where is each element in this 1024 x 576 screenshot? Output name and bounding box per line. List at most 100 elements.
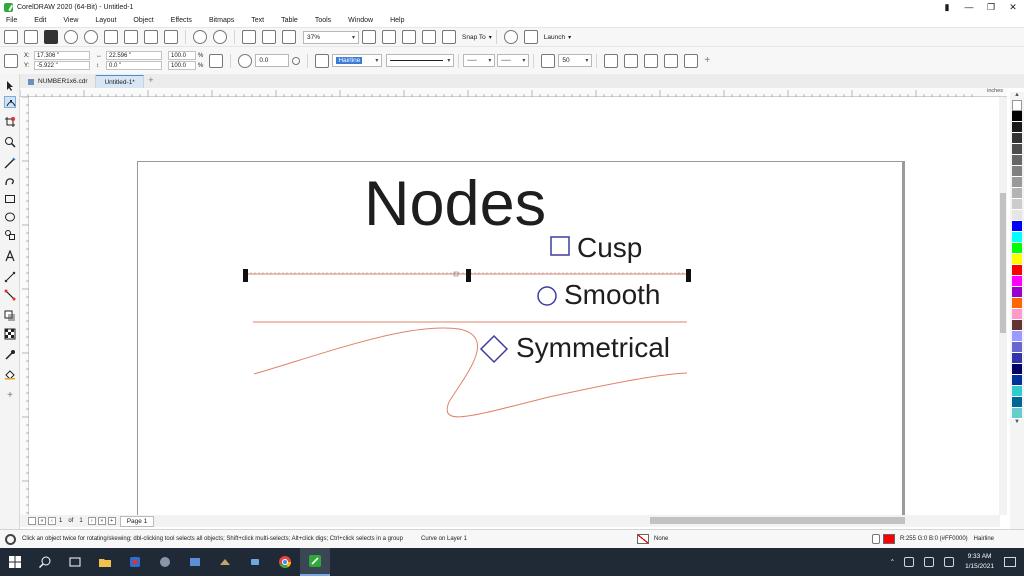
text-tool-icon[interactable] [4,249,16,262]
end-arrowhead-combo[interactable]: ── ▾ [497,54,530,67]
add-toolbar-item-icon[interactable]: + [704,55,710,66]
palette-swatch[interactable] [1012,254,1022,265]
new-document-icon[interactable] [4,30,18,44]
palette-swatch[interactable] [1012,111,1022,122]
palette-swatch[interactable] [1012,276,1022,287]
import-icon[interactable] [242,30,256,44]
x-position-field[interactable]: 17.306 " [34,51,90,60]
copy-icon[interactable] [144,30,158,44]
label-cusp[interactable]: Cusp [577,232,642,264]
align-nodes-icon[interactable] [684,53,699,68]
vertical-scrollbar[interactable] [999,97,1007,515]
page-1-tab[interactable]: Page 1 [119,515,155,527]
close-button[interactable]: ✕ [1002,2,1024,13]
coreldraw-taskbar-icon[interactable] [300,548,330,576]
tab-number1x6[interactable]: NUMBER1x6.cdr [20,75,97,88]
publish-pdf-icon[interactable] [282,30,296,44]
palette-swatch[interactable] [1012,342,1022,353]
y-position-field[interactable]: -5.922 " [34,61,90,70]
palette-scroll-down-icon[interactable]: ▼ [1012,419,1022,427]
palette-swatch[interactable] [1012,309,1022,320]
palette-swatch[interactable] [1012,221,1022,232]
ellipse-tool-icon[interactable] [4,211,16,223]
menu-layout[interactable]: Layout [95,17,116,24]
tray-network-icon[interactable] [924,557,935,567]
menu-tools[interactable]: Tools [315,17,331,24]
maximize-button[interactable]: ❐ [980,2,1002,13]
label-symmetrical[interactable]: Symmetrical [516,332,670,364]
menu-bitmaps[interactable]: Bitmaps [209,17,234,24]
outline-indicator[interactable]: R:255 G:0 B:0 (#FF0000) Hairline [869,534,994,544]
polygon-tool-icon[interactable] [4,229,16,241]
add-page-icon[interactable]: + [107,517,116,525]
search-icon[interactable] [30,548,60,576]
palette-swatch[interactable] [1012,166,1022,177]
scale-width-field[interactable]: 100.0 [168,51,196,60]
rectangle-tool-icon[interactable] [4,193,16,205]
palette-swatch[interactable] [1012,320,1022,331]
node-handle-left[interactable] [243,269,248,282]
last-page-icon[interactable]: » [97,517,106,525]
new-tab-icon[interactable]: + [144,75,158,88]
paste-icon[interactable] [164,30,178,44]
tray-volume-icon[interactable] [944,557,955,567]
palette-swatch[interactable] [1012,353,1022,364]
label-smooth[interactable]: Smooth [564,279,661,311]
full-screen-icon[interactable] [362,30,376,44]
zoom-level-combo[interactable]: 37% ▾ [303,30,359,44]
cut-icon[interactable] [124,30,138,44]
vertical-scroll-thumb[interactable] [1000,193,1006,333]
open-icon[interactable] [24,30,38,44]
app-taskbar-icon-2[interactable] [150,548,180,576]
palette-swatch[interactable] [1012,243,1022,254]
app-taskbar-icon-3[interactable] [180,548,210,576]
menu-file[interactable]: File [6,17,17,24]
first-page-icon[interactable]: « [38,517,46,525]
palette-swatch[interactable] [1012,287,1022,298]
heading-nodes[interactable]: Nodes [364,169,546,239]
reference-point-icon[interactable] [4,53,18,68]
doc-properties-icon[interactable] [28,517,36,525]
show-grid-icon[interactable] [402,30,416,44]
eyedropper-tool-icon[interactable] [4,349,16,361]
node-handle-right[interactable] [686,269,691,282]
height-field[interactable]: 0.0 " [106,61,162,70]
palette-swatch[interactable] [1012,133,1022,144]
close-curve-icon[interactable] [644,53,659,68]
notification-center-icon[interactable] [1004,557,1016,567]
menu-text[interactable]: Text [251,17,264,24]
profile-icon[interactable]: ▮ [936,2,958,13]
palette-swatch[interactable] [1012,232,1022,243]
connector-tool-icon[interactable] [4,289,16,301]
artistic-media-tool-icon[interactable] [4,175,16,187]
print-icon[interactable] [104,30,118,44]
palette-swatch[interactable] [1012,408,1022,419]
palette-swatch[interactable] [1012,375,1022,386]
chrome-icon[interactable] [270,548,300,576]
menu-help[interactable]: Help [390,17,404,24]
app-taskbar-icon-1[interactable] [120,548,150,576]
start-arrowhead-combo[interactable]: ── ▾ [463,54,496,67]
width-field[interactable]: 22.596 " [106,51,162,60]
undo-icon[interactable] [193,30,207,44]
palette-swatch[interactable] [1012,298,1022,309]
app-taskbar-icon-4[interactable] [210,548,240,576]
file-explorer-icon[interactable] [90,548,120,576]
palette-swatch[interactable] [1012,188,1022,199]
palette-swatch[interactable] [1012,265,1022,276]
fill-indicator[interactable]: None [637,534,668,544]
shape-tool-icon[interactable] [4,96,16,108]
horizontal-scroll-thumb[interactable] [650,517,905,524]
palette-swatch[interactable] [1012,122,1022,133]
tray-chevron-icon[interactable]: ⌃ [890,558,895,566]
snap-to-dropdown[interactable]: Snap To [462,34,486,41]
palette-swatch[interactable] [1012,210,1022,221]
parallel-dimension-tool-icon[interactable] [4,271,16,283]
vertical-ruler[interactable] [20,97,29,515]
outline-width-combo[interactable]: Hairline ▾ [332,54,383,67]
options-gear-icon[interactable] [503,30,518,44]
app-taskbar-icon-5[interactable] [240,548,270,576]
palette-swatch[interactable] [1012,144,1022,155]
palette-scroll-up-icon[interactable]: ▲ [1012,92,1022,100]
palette-swatch[interactable] [1012,100,1022,111]
